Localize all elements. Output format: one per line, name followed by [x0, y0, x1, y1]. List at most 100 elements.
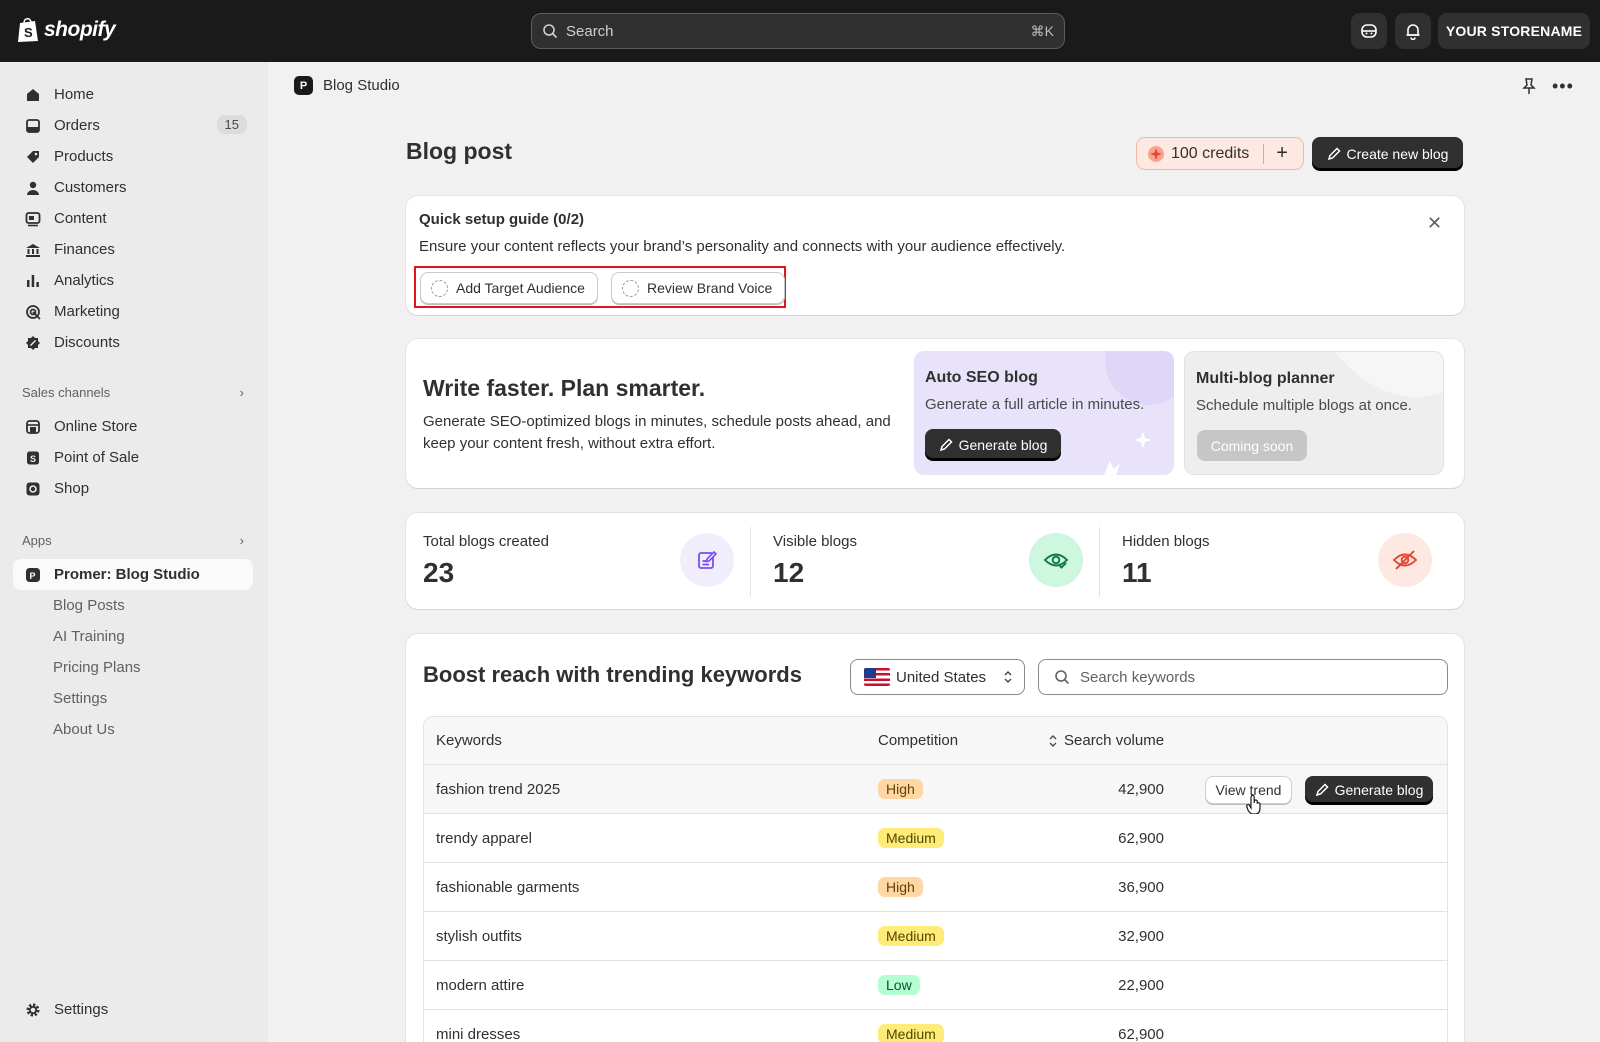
competition-badge: Medium — [878, 926, 944, 946]
tag-icon — [24, 148, 42, 166]
sidebar-item-label: Products — [54, 148, 114, 165]
brand-name: shopify — [44, 17, 116, 41]
table-row[interactable]: modern attire Low 22,900 — [424, 961, 1447, 1010]
add-target-audience-button[interactable]: Add Target Audience — [420, 272, 598, 304]
keywords-search-input[interactable]: Search keywords — [1038, 659, 1448, 695]
generate-blog-row-label: Generate blog — [1334, 782, 1424, 798]
table-row[interactable]: trendy apparel Medium 62,900 — [424, 814, 1447, 863]
column-keywords: Keywords — [436, 732, 502, 749]
more-actions-icon[interactable]: ••• — [1552, 76, 1574, 97]
stat-value: 23 — [423, 557, 455, 588]
pencil-icon — [1327, 146, 1341, 160]
add-credits-icon[interactable]: + — [1276, 142, 1288, 165]
svg-text:P: P — [30, 571, 36, 581]
stat-divider — [750, 527, 751, 597]
sidebar-item-promer-blog-studio[interactable]: P Promer: Blog Studio — [13, 559, 253, 590]
volume-cell: 22,900 — [1118, 976, 1164, 994]
discount-icon — [24, 334, 42, 352]
sidebar-item-online-store[interactable]: Online Store — [13, 412, 253, 441]
competition-badge: Low — [878, 975, 920, 995]
sales-channels-header[interactable]: Sales channels › — [22, 385, 244, 400]
sidebar-item-analytics[interactable]: Analytics — [13, 266, 253, 295]
sidekick-button[interactable] — [1351, 13, 1387, 49]
competition-cell: Medium — [878, 1010, 944, 1042]
hero-description: Generate SEO-optimized blogs in minutes,… — [423, 413, 891, 452]
sidebar-item-shop[interactable]: Shop — [13, 474, 253, 503]
credits-button[interactable]: 100 credits + — [1136, 137, 1304, 170]
search-bar[interactable]: Search ⌘K — [531, 13, 1065, 49]
competition-badge: Medium — [878, 828, 944, 848]
sidebar-item-finances[interactable]: Finances — [13, 235, 253, 264]
store-menu-button[interactable]: YOUR STORENAME — [1438, 13, 1590, 49]
column-competition: Competition — [878, 732, 959, 749]
shopify-logo[interactable]: S shopify — [17, 16, 116, 43]
sidebar-item-settings[interactable]: Settings — [13, 995, 253, 1024]
table-row[interactable]: stylish outfits Medium 32,900 — [424, 912, 1447, 961]
incomplete-step-icon — [431, 279, 448, 297]
sidebar-sub-settings[interactable]: Settings — [53, 690, 107, 707]
apps-label: Apps — [22, 533, 52, 548]
sidebar-item-point-of-sale[interactable]: S Point of Sale — [13, 443, 253, 472]
keywords-table: Keywords Competition Search volume fashi… — [423, 716, 1448, 1042]
incomplete-step-icon — [622, 279, 639, 297]
target-icon — [24, 303, 42, 321]
bank-icon — [24, 241, 42, 259]
competition-cell: Low — [878, 961, 920, 1009]
sidekick-icon — [1361, 24, 1377, 38]
sidebar-sub-ai-training[interactable]: AI Training — [53, 628, 125, 645]
create-new-blog-button[interactable]: Create new blog — [1312, 137, 1463, 170]
sidebar-item-home[interactable]: Home — [13, 80, 253, 109]
orders-count-badge: 15 — [216, 115, 247, 134]
hero-title: Write faster. Plan smarter. — [423, 375, 706, 401]
edit-note-icon — [680, 533, 734, 587]
table-row[interactable]: mini dresses Medium 62,900 — [424, 1010, 1447, 1042]
spark-icon — [1148, 145, 1164, 162]
svg-text:S: S — [24, 25, 33, 40]
keywords-search-placeholder: Search keywords — [1080, 668, 1196, 686]
apps-header[interactable]: Apps › — [22, 533, 244, 548]
review-brand-voice-button[interactable]: Review Brand Voice — [611, 272, 786, 304]
sidebar-sub-blog-posts[interactable]: Blog Posts — [53, 597, 125, 614]
sidebar: Home Orders 15 Products Customers Conten… — [0, 62, 268, 1042]
stat-label: Hidden blogs — [1122, 533, 1210, 550]
sidebar-sub-pricing-plans[interactable]: Pricing Plans — [53, 659, 141, 676]
sidebar-sub-about-us[interactable]: About Us — [53, 721, 115, 738]
app-name: Blog Studio — [323, 77, 400, 94]
competition-cell: Medium — [878, 814, 944, 862]
store-icon — [24, 418, 42, 436]
top-bar: S shopify Search ⌘K YOUR STORENAME — [0, 0, 1600, 62]
sidebar-item-orders[interactable]: Orders 15 — [13, 111, 253, 140]
close-icon[interactable]: ✕ — [1427, 213, 1442, 234]
sidebar-item-label: Customers — [54, 179, 127, 196]
auto-seo-blog-card: Auto SEO blog Generate a full article in… — [914, 351, 1174, 475]
search-icon — [1055, 670, 1070, 685]
country-select[interactable]: United States — [850, 659, 1025, 695]
shop-icon — [24, 480, 42, 498]
promer-app-icon: P — [294, 76, 313, 95]
competition-cell: Medium — [878, 912, 944, 960]
notifications-button[interactable] — [1395, 13, 1431, 49]
sidebar-item-discounts[interactable]: Discounts — [13, 328, 253, 357]
review-brand-voice-label: Review Brand Voice — [647, 280, 773, 296]
sidebar-item-products[interactable]: Products — [13, 142, 253, 171]
eye-off-icon — [1378, 533, 1432, 587]
table-row[interactable]: fashionable garments High 36,900 — [424, 863, 1447, 912]
create-new-blog-label: Create new blog — [1346, 145, 1449, 162]
sales-channels-label: Sales channels — [22, 385, 111, 400]
column-search-volume[interactable]: Search volume — [1048, 717, 1164, 764]
competition-badge: High — [878, 877, 923, 897]
table-row[interactable]: fashion trend 2025 High 42,900 View tren… — [424, 765, 1447, 815]
sidebar-item-content[interactable]: Content — [13, 204, 253, 233]
search-placeholder: Search — [566, 22, 614, 40]
page-title: Blog post — [406, 138, 513, 164]
keywords-title: Boost reach with trending keywords — [423, 662, 802, 687]
sidebar-item-customers[interactable]: Customers — [13, 173, 253, 202]
generate-blog-row-button[interactable]: Generate blog — [1305, 776, 1433, 804]
multi-blog-planner-title: Multi-blog planner — [1196, 370, 1335, 387]
generate-blog-button[interactable]: Generate blog — [925, 429, 1061, 460]
sidebar-item-marketing[interactable]: Marketing — [13, 297, 253, 326]
chevron-right-icon: › — [239, 385, 244, 400]
pin-icon[interactable] — [1521, 77, 1537, 95]
search-shortcut: ⌘K — [1030, 22, 1054, 39]
sidebar-item-label: Content — [54, 210, 107, 227]
